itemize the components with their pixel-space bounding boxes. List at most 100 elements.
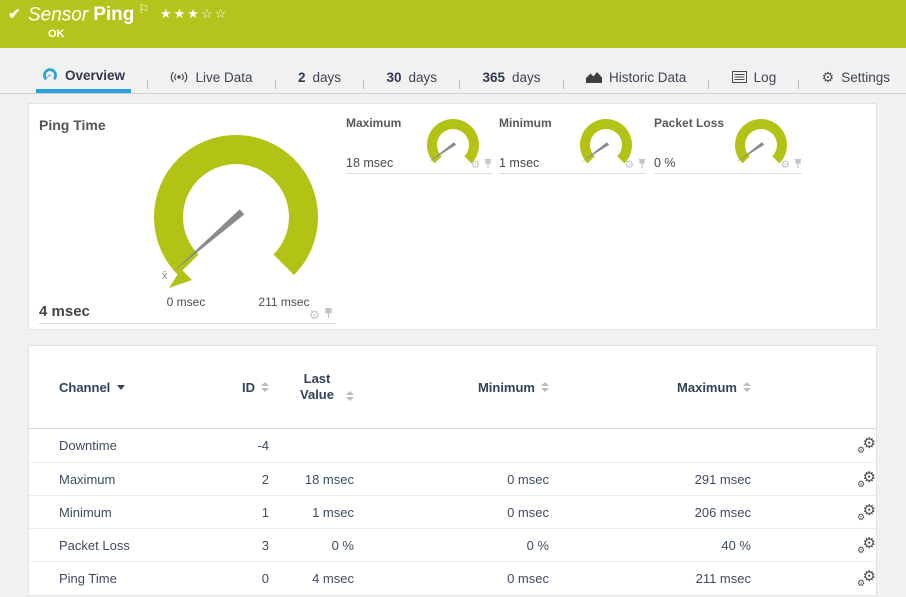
channel-settings-icon[interactable]: ⚙⚙ [857, 537, 876, 554]
main-gauge-title: Ping Time [39, 117, 106, 133]
tab-label: Historic Data [609, 70, 686, 85]
sensor-type-label: Sensor [28, 4, 88, 25]
tab-live-data[interactable]: Live Data [164, 61, 258, 93]
small-gauge-value: 1 msec [499, 156, 539, 170]
priority-stars[interactable]: ★★★☆☆ [160, 6, 228, 22]
col-header-maximum[interactable]: Maximum [549, 380, 751, 395]
channel-maximum: 40 % [549, 538, 751, 553]
status-check-icon: ✔ [8, 5, 21, 23]
channel-name: Maximum [59, 472, 219, 487]
gauge-average-arrow [169, 269, 192, 288]
channel-name: Downtime [59, 438, 219, 453]
tab-label: Log [754, 70, 777, 85]
channel-settings-icon[interactable]: ⚙⚙ [857, 437, 876, 454]
table-row: Packet Loss 3 0 % 0 % 40 % ⚙⚙ [29, 528, 876, 561]
table-header-row: Channel ID Last Value Minimum Maximum [29, 346, 876, 429]
sort-icon [261, 382, 269, 392]
gauge-settings-icon[interactable]: ⚙ [781, 159, 790, 171]
table-row: Ping Time 0 4 msec 0 msec 211 msec ⚙⚙ [29, 561, 876, 594]
col-header-last-value[interactable]: Last Value [269, 371, 354, 404]
tab-divider [363, 80, 364, 89]
channel-id: 0 [219, 571, 269, 586]
sensor-name: Ping [93, 4, 134, 25]
tab-divider [275, 80, 276, 89]
tab-bar: Overview Live Data 2 days 30 days 365 da… [0, 61, 906, 94]
tab-label: days [408, 70, 437, 85]
tab-divider [798, 80, 799, 89]
small-gauge-packet-loss: Packet Loss 0 % ⚙ [654, 116, 802, 174]
channel-minimum: 0 % [354, 538, 549, 553]
channel-minimum: 0 msec [354, 472, 549, 487]
tab-2-days[interactable]: 2 days [292, 61, 347, 93]
small-gauge-title: Minimum [499, 116, 552, 130]
pin-icon[interactable] [794, 158, 802, 172]
channel-id: 3 [219, 538, 269, 553]
col-header-channel[interactable]: Channel [59, 380, 219, 395]
tab-overview[interactable]: Overview [36, 61, 131, 93]
main-gauge-value: 4 msec [39, 303, 90, 320]
gauge-underline [39, 323, 336, 324]
tab-log[interactable]: Log [726, 61, 783, 93]
channel-minimum: 0 msec [354, 505, 549, 520]
tab-label: Overview [65, 68, 125, 83]
broadcast-icon [170, 70, 188, 84]
channel-name: Ping Time [59, 571, 219, 586]
tab-divider [459, 80, 460, 89]
gauge-scale-min: 0 msec [156, 295, 216, 309]
pin-icon[interactable] [484, 158, 492, 172]
channel-settings-icon[interactable]: ⚙⚙ [857, 471, 876, 488]
channel-last-value: 4 msec [269, 571, 354, 586]
tab-settings[interactable]: ⚙ Settings [816, 61, 896, 93]
gauge-arc [154, 135, 318, 275]
table-row: Downtime -4 ⚙⚙ [29, 429, 876, 462]
tab-30-days[interactable]: 30 days [380, 61, 443, 93]
tab-divider [563, 80, 564, 89]
pin-icon[interactable] [324, 307, 333, 322]
sort-desc-icon [117, 385, 125, 390]
tab-historic-data[interactable]: Historic Data [580, 61, 692, 93]
channel-maximum: 291 msec [549, 472, 751, 487]
small-gauge-value: 0 % [654, 156, 676, 170]
sort-icon [541, 382, 549, 392]
channel-last-value: 0 % [269, 538, 354, 553]
channel-settings-icon[interactable]: ⚙⚙ [857, 504, 876, 521]
channel-settings-icon[interactable]: ⚙⚙ [857, 570, 876, 587]
small-gauge-title: Maximum [346, 116, 401, 130]
channel-name: Minimum [59, 505, 219, 520]
sort-icon [743, 382, 751, 392]
flag-icon[interactable]: ⚐ [138, 2, 149, 16]
channel-last-value: 1 msec [269, 505, 354, 520]
gauge-icon [42, 68, 58, 83]
channel-last-value: 18 msec [269, 472, 354, 487]
gauge-scale-max: 211 msec [252, 295, 316, 309]
small-gauge-maximum: Maximum 18 msec ⚙ [346, 116, 492, 174]
sensor-title: SensorPing ⚐ [28, 2, 149, 26]
channel-minimum: 0 msec [354, 571, 549, 586]
tab-label: days [312, 70, 341, 85]
pin-icon[interactable] [638, 158, 646, 172]
status-badge: OK [48, 28, 65, 40]
sort-icon [346, 391, 354, 401]
channel-id: -4 [219, 438, 269, 453]
gauge-settings-icon[interactable]: ⚙ [309, 308, 320, 322]
channel-maximum: 206 msec [549, 505, 751, 520]
tab-divider [708, 80, 709, 89]
area-chart-icon [586, 71, 602, 83]
col-header-id[interactable]: ID [219, 380, 269, 395]
col-header-minimum[interactable]: Minimum [354, 380, 549, 395]
gauges-panel: Ping Time x̄ 0 msec 211 msec 4 msec ⚙ Ma… [28, 103, 877, 330]
small-gauge-value: 18 msec [346, 156, 393, 170]
small-gauge-minimum: Minimum 1 msec ⚙ [499, 116, 646, 174]
gauge-settings-icon[interactable]: ⚙ [625, 159, 634, 171]
channel-name: Packet Loss [59, 538, 219, 553]
gauge-settings-icon[interactable]: ⚙ [471, 159, 480, 171]
channel-id: 2 [219, 472, 269, 487]
tab-label: days [512, 70, 541, 85]
tab-365-days[interactable]: 365 days [476, 61, 546, 93]
channel-maximum: 211 msec [549, 571, 751, 586]
average-marker-label: x̄ [162, 270, 168, 282]
small-gauge-title: Packet Loss [654, 116, 724, 130]
table-row: Maximum 2 18 msec 0 msec 291 msec ⚙⚙ [29, 462, 876, 495]
tab-label: Live Data [195, 70, 252, 85]
tab-label: Settings [841, 70, 890, 85]
